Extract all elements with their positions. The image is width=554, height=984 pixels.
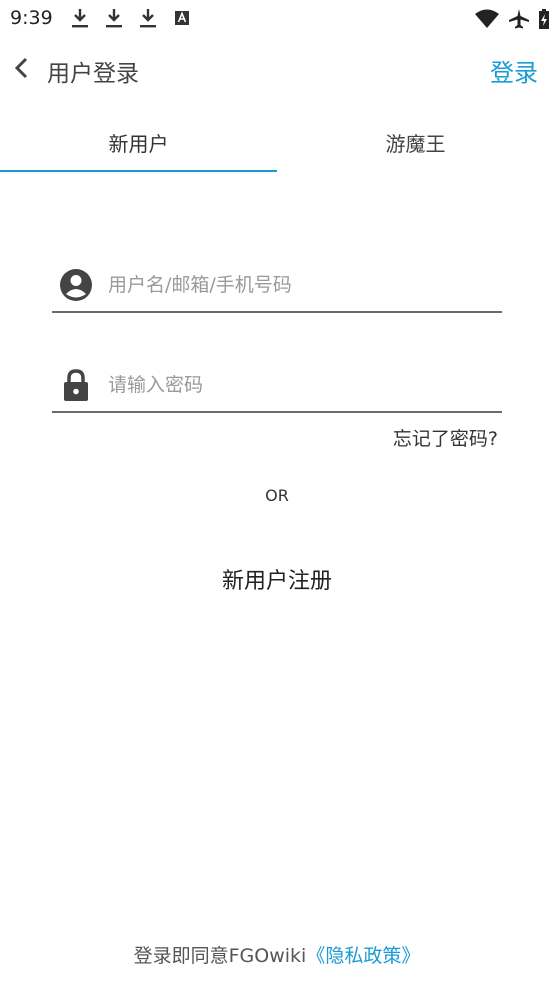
battery-charging-icon — [539, 9, 549, 29]
page-title: 用户登录 — [47, 61, 139, 87]
footer-agreement: 登录即同意FGOwiki《隐私政策》 — [0, 941, 554, 968]
status-notification-icons — [70, 7, 192, 29]
status-system-icons — [474, 8, 550, 30]
login-tabs: 新用户 游魔王 — [0, 112, 554, 172]
forgot-password-link[interactable]: 忘记了密码? — [393, 424, 498, 451]
status-bar: 9:39 — [0, 0, 554, 36]
privacy-policy-link[interactable]: 《隐私政策》 — [306, 945, 420, 967]
airplane-mode-icon — [509, 9, 529, 29]
status-time: 9:39 — [10, 7, 53, 29]
back-button[interactable] — [4, 50, 40, 86]
register-button[interactable]: 新用户注册 — [0, 563, 554, 595]
tab-guest[interactable]: 游魔王 — [277, 112, 554, 172]
download-icon — [72, 9, 88, 28]
or-divider-text: OR — [265, 486, 289, 505]
wifi-icon — [475, 9, 499, 28]
app-bar: 用户登录 登录 — [0, 40, 554, 96]
notification-a-icon — [175, 11, 189, 25]
download-icon — [106, 9, 122, 28]
password-field — [52, 365, 502, 413]
lock-icon — [64, 369, 88, 401]
login-action-button[interactable]: 登录 — [490, 53, 538, 88]
tab-new-user[interactable]: 新用户 — [0, 112, 277, 172]
username-field — [52, 265, 502, 313]
download-icon — [140, 9, 156, 28]
password-input[interactable] — [108, 369, 488, 401]
account-circle-icon — [60, 269, 92, 301]
agreement-text: 登录即同意FGOwiki — [133, 945, 307, 967]
chevron-left-icon — [14, 57, 28, 79]
tab-indicator — [0, 170, 277, 172]
username-input[interactable] — [108, 269, 488, 301]
